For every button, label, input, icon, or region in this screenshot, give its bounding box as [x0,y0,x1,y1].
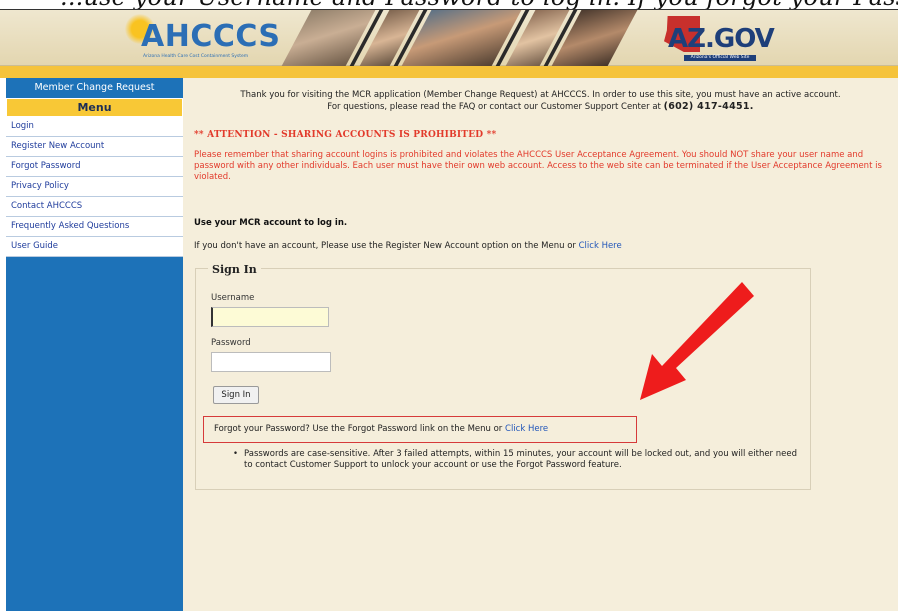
sidebar-item-login[interactable]: Login [6,117,183,137]
username-input[interactable] [211,307,329,327]
sidebar-item-forgot-password[interactable]: Forgot Password [6,157,183,177]
menu-title: Menu [6,98,183,117]
gold-divider-bar [0,66,898,78]
ahcccs-logo[interactable]: AHCCCS Arizona Health Care Cost Containm… [125,14,280,62]
attention-title: ** ATTENTION - SHARING ACCOUNTS IS PROHI… [194,130,497,140]
sidebar-item-faq[interactable]: Frequently Asked Questions [6,217,183,237]
ahcccs-logo-subtitle: Arizona Health Care Cost Containment Sys… [143,54,249,59]
sidebar-menu: Login Register New Account Forgot Passwo… [6,117,183,257]
bullet-icon: • [233,449,239,459]
password-note-text: Passwords are case-sensitive. After 3 fa… [244,449,797,470]
password-note: • Passwords are case-sensitive. After 3 … [233,449,804,471]
tutorial-caption: ...use your Username and Password to log… [0,0,898,10]
forgot-password-callout: Forgot your Password? Use the Forgot Pas… [203,416,637,443]
login-title: Use your MCR account to log in. [194,218,348,228]
sidebar-item-register-new-account[interactable]: Register New Account [6,137,183,157]
sidebar-header: Member Change Request [34,82,155,93]
intro-text: Thank you for visiting the MCR applicati… [183,90,898,113]
no-account-text: If you don't have an account, Please use… [194,241,622,251]
no-account-message: If you don't have an account, Please use… [194,241,576,251]
sidebar: Member Change Request Menu Login Registe… [6,78,183,611]
forgot-password-message: Forgot your Password? Use the Forgot Pas… [214,424,503,434]
sidebar-item-privacy-policy[interactable]: Privacy Policy [6,177,183,197]
azgov-logo-text: AZ.GOV [668,24,775,54]
forgot-password-click-here-link[interactable]: Click Here [505,424,548,434]
support-phone: (602) 417-4451. [663,101,754,112]
forgot-password-text: Forgot your Password? Use the Forgot Pas… [214,424,548,434]
attention-body: Please remember that sharing account log… [194,150,882,182]
site-banner: AHCCCS Arizona Health Care Cost Containm… [0,10,898,66]
sign-in-legend: Sign In [208,263,261,276]
azgov-logo[interactable]: AZ.GOV Arizona's Official Web Site [660,14,775,62]
username-label: Username [211,293,255,303]
sidebar-item-user-guide[interactable]: User Guide [6,237,183,257]
azgov-logo-subtitle: Arizona's Official Web Site [684,55,756,61]
password-input[interactable] [211,352,331,372]
sign-in-button[interactable]: Sign In [213,386,259,404]
red-diagonal-arrow-icon [640,282,754,400]
photo-panel [397,10,525,66]
ahcccs-logo-text: AHCCCS [141,19,281,54]
register-click-here-link[interactable]: Click Here [579,241,622,251]
intro-line-2: For questions, please read the FAQ or co… [327,102,661,112]
intro-line-1: Thank you for visiting the MCR applicati… [240,90,841,100]
banner-photo-collage [278,10,640,66]
password-label: Password [211,338,251,348]
sidebar-item-contact-ahcccs[interactable]: Contact AHCCCS [6,197,183,217]
main-content: Thank you for visiting the MCR applicati… [183,78,898,611]
